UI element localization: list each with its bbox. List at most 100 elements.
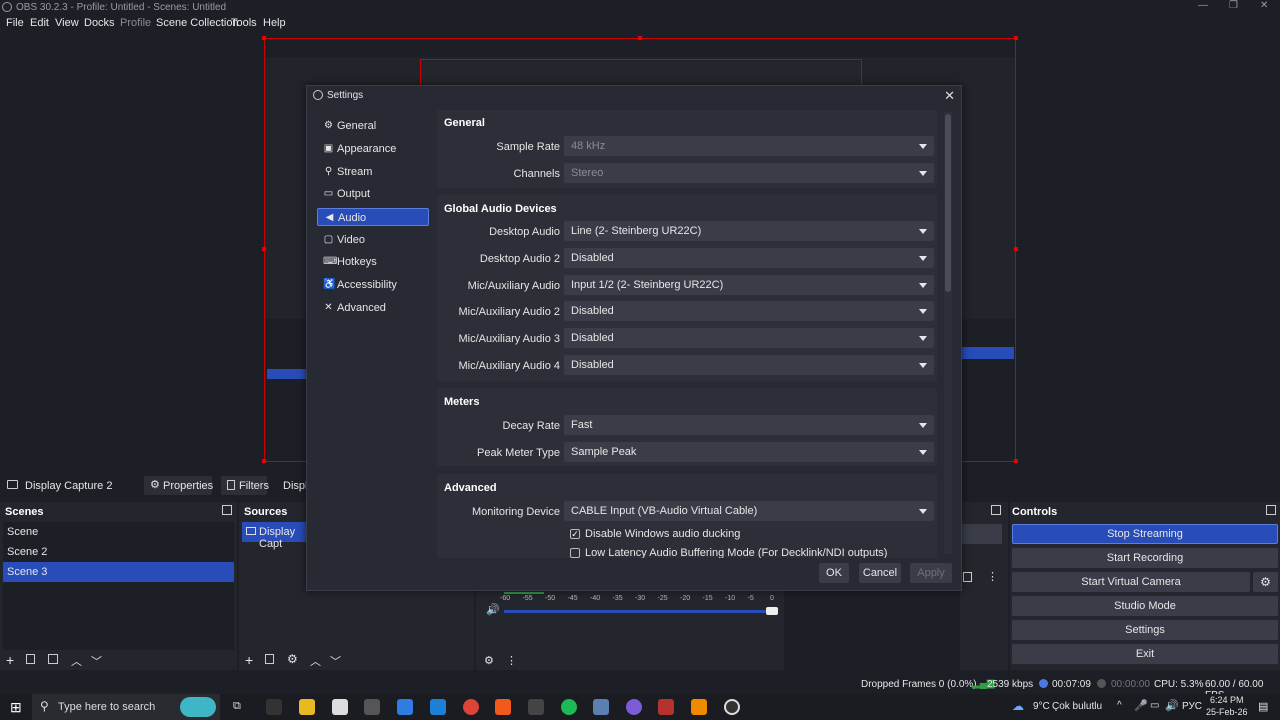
- more-icon[interactable]: ⋮: [987, 570, 998, 583]
- undock-icon[interactable]: [222, 505, 232, 515]
- nav-general[interactable]: ⚙ General: [317, 117, 429, 135]
- trash-icon[interactable]: [963, 572, 972, 582]
- desktop-audio-2-select[interactable]: Disabled: [564, 248, 934, 268]
- menu-profile[interactable]: Profile: [120, 17, 151, 29]
- add-icon[interactable]: +: [245, 652, 253, 668]
- mic-audio-3-select[interactable]: Disabled: [564, 328, 934, 348]
- start-virtual-camera-button[interactable]: Start Virtual Camera: [1012, 572, 1250, 592]
- close-icon[interactable]: ✕: [944, 88, 955, 104]
- menu-docks[interactable]: Docks: [84, 17, 115, 29]
- start-recording-button[interactable]: Start Recording: [1012, 548, 1278, 568]
- resize-handle[interactable]: [262, 36, 266, 40]
- windows-start-icon[interactable]: ⊞: [10, 699, 22, 716]
- filters-button[interactable]: Filters: [221, 476, 269, 495]
- language-indicator[interactable]: РУС: [1182, 701, 1202, 712]
- menu-help[interactable]: Help: [263, 17, 286, 29]
- chrome-icon[interactable]: [463, 699, 479, 715]
- nav-advanced[interactable]: ✕ Advanced: [317, 299, 429, 317]
- trash-icon[interactable]: [265, 654, 274, 664]
- menu-file[interactable]: File: [6, 17, 24, 29]
- resize-handle[interactable]: [1014, 247, 1018, 251]
- brave-icon[interactable]: [495, 699, 511, 715]
- settings-button[interactable]: Settings: [1012, 620, 1278, 640]
- nav-appearance[interactable]: ▣ Appearance: [317, 140, 429, 158]
- volume-handle[interactable]: [766, 607, 778, 615]
- nav-stream[interactable]: ⚲ Stream: [317, 163, 429, 181]
- network-icon[interactable]: ▭: [1150, 700, 1159, 711]
- clock-time[interactable]: 6:24 PM: [1210, 695, 1244, 705]
- menu-view[interactable]: View: [55, 17, 79, 29]
- volume-icon[interactable]: 🔊: [1165, 699, 1179, 712]
- task-view-icon[interactable]: ⧉: [233, 700, 241, 713]
- taskbar-search[interactable]: ⚲ Type here to search: [32, 694, 220, 720]
- scrollbar[interactable]: [944, 112, 952, 554]
- resize-handle[interactable]: [638, 36, 642, 40]
- peak-meter-select[interactable]: Sample Peak: [564, 442, 934, 462]
- resize-handle[interactable]: [1014, 459, 1018, 463]
- store-icon[interactable]: [332, 699, 348, 715]
- volume-slider[interactable]: [504, 610, 772, 613]
- resize-handle[interactable]: [262, 247, 266, 251]
- channels-select[interactable]: Stereo: [564, 163, 934, 183]
- cancel-button[interactable]: Cancel: [859, 563, 901, 583]
- filter-icon[interactable]: [48, 654, 58, 664]
- nav-video[interactable]: ▢ Video: [317, 231, 429, 249]
- minimize-icon[interactable]: —: [1198, 0, 1208, 11]
- undock-icon[interactable]: [991, 505, 1001, 515]
- add-icon[interactable]: +: [6, 652, 14, 668]
- decay-rate-select[interactable]: Fast: [564, 415, 934, 435]
- apply-button[interactable]: Apply: [910, 563, 952, 583]
- resize-handle[interactable]: [1014, 36, 1018, 40]
- virtual-camera-gear-icon[interactable]: ⚙: [1253, 572, 1278, 592]
- speaker-icon[interactable]: 🔊: [486, 603, 500, 616]
- live-app-icon[interactable]: [266, 699, 282, 715]
- scene-item[interactable]: Scene 2: [3, 542, 234, 562]
- ducking-checkbox[interactable]: ✓: [570, 529, 580, 539]
- transition-select[interactable]: [960, 524, 1002, 544]
- spotify-icon[interactable]: [561, 699, 577, 715]
- nav-accessibility[interactable]: ♿ Accessibility: [317, 276, 429, 294]
- vs-icon[interactable]: [397, 699, 413, 715]
- desktop-audio-select[interactable]: Line (2- Steinberg UR22C): [564, 221, 934, 241]
- scrollbar-thumb[interactable]: [945, 114, 951, 292]
- clock-date[interactable]: 25-Feb-26: [1206, 707, 1248, 717]
- notifications-icon[interactable]: ▤: [1258, 700, 1268, 713]
- scene-item[interactable]: Scene: [3, 522, 234, 542]
- vscode-icon[interactable]: [430, 699, 446, 715]
- app-icon[interactable]: [528, 699, 544, 715]
- app-icon[interactable]: [593, 699, 609, 715]
- source-item[interactable]: Display Capt: [242, 522, 312, 550]
- exit-button[interactable]: Exit: [1012, 644, 1278, 664]
- mic-audio-select[interactable]: Input 1/2 (2- Steinberg UR22C): [564, 275, 934, 295]
- ok-button[interactable]: OK: [819, 563, 849, 583]
- gear-icon[interactable]: ⚙: [287, 652, 298, 666]
- trash-icon[interactable]: [26, 654, 35, 664]
- move-down-icon[interactable]: ﹀: [91, 653, 102, 669]
- sample-rate-select[interactable]: 48 kHz: [564, 136, 934, 156]
- menu-tools[interactable]: Tools: [231, 17, 257, 29]
- more-icon[interactable]: ⋮: [506, 654, 517, 667]
- scene-item-selected[interactable]: Scene 3: [3, 562, 234, 582]
- undock-icon[interactable]: [1266, 505, 1276, 515]
- app-icon[interactable]: [626, 699, 642, 715]
- vlc-icon[interactable]: [691, 699, 707, 715]
- obs-icon[interactable]: [724, 699, 740, 715]
- gear-icon[interactable]: ⚙: [484, 654, 494, 667]
- resize-handle[interactable]: [262, 459, 266, 463]
- mic-audio-4-select[interactable]: Disabled: [564, 355, 934, 375]
- restore-icon[interactable]: ❐: [1229, 0, 1238, 11]
- winrar-icon[interactable]: [658, 699, 674, 715]
- nav-output[interactable]: ▭ Output: [317, 185, 429, 203]
- close-window-icon[interactable]: ✕: [1260, 0, 1268, 11]
- move-up-icon[interactable]: ︿: [310, 653, 321, 669]
- monitoring-device-select[interactable]: CABLE Input (VB-Audio Virtual Cable): [564, 501, 934, 521]
- nav-audio[interactable]: ◀ Audio: [317, 208, 429, 226]
- move-up-icon[interactable]: ︿: [71, 653, 82, 669]
- properties-button[interactable]: ⚙ Properties: [144, 476, 213, 495]
- file-explorer-icon[interactable]: [299, 699, 315, 715]
- menu-scene-collection[interactable]: Scene Collection: [156, 17, 239, 29]
- chevron-up-icon[interactable]: ^: [1117, 700, 1122, 711]
- menu-edit[interactable]: Edit: [30, 17, 49, 29]
- stop-streaming-button[interactable]: Stop Streaming: [1012, 524, 1278, 544]
- low-latency-checkbox[interactable]: [570, 548, 580, 558]
